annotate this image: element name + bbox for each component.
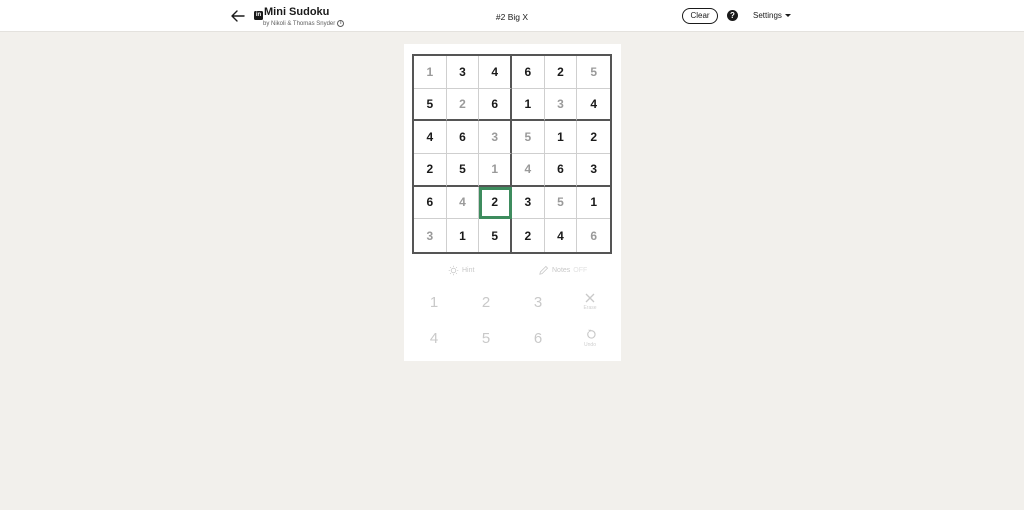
grid-cell-r5c4[interactable]: 3 bbox=[512, 186, 545, 220]
clear-button[interactable]: Clear bbox=[682, 8, 718, 24]
grid-cell-r1c2[interactable]: 3 bbox=[446, 56, 480, 89]
app-title: Mini Sudoku bbox=[264, 6, 330, 18]
sudoku-grid: 134625526134463512251463642351315246 bbox=[412, 54, 612, 254]
digit-key-3[interactable]: 3 bbox=[518, 287, 558, 317]
grid-cell-r5c2[interactable]: 4 bbox=[446, 186, 480, 220]
grid-cell-r2c5[interactable]: 3 bbox=[544, 88, 578, 122]
digit-key-1[interactable]: 1 bbox=[414, 287, 454, 317]
hint-label: Hint bbox=[462, 267, 475, 274]
byline: by Nikoli & Thomas Snyder i bbox=[263, 20, 345, 27]
pencil-icon bbox=[539, 265, 549, 275]
grid-cell-r1c1[interactable]: 1 bbox=[414, 56, 447, 89]
grid-cell-r1c4[interactable]: 6 bbox=[512, 56, 545, 89]
erase-label: Erase bbox=[583, 305, 597, 311]
digit-key-5[interactable]: 5 bbox=[466, 323, 506, 353]
grid-cell-r3c6[interactable]: 2 bbox=[577, 121, 610, 154]
tools-row: Hint Notes OFF bbox=[412, 264, 612, 278]
grid-cell-r5c3[interactable]: 2 bbox=[479, 186, 512, 220]
hint-button[interactable]: Hint bbox=[448, 265, 474, 276]
grid-cell-r6c2[interactable]: 1 bbox=[447, 219, 480, 252]
digit-key-6[interactable]: 6 bbox=[518, 323, 558, 353]
grid-cell-r3c4[interactable]: 5 bbox=[512, 121, 545, 154]
grid-cell-r3c2[interactable]: 6 bbox=[446, 121, 480, 154]
grid-cell-r2c3[interactable]: 6 bbox=[479, 88, 512, 122]
grid-cell-r6c1[interactable]: 3 bbox=[414, 219, 447, 252]
grid-cell-r5c6[interactable]: 1 bbox=[577, 187, 610, 220]
top-bar: in Mini Sudoku by Nikoli & Thomas Snyder… bbox=[0, 0, 1024, 32]
grid-cell-r4c3[interactable]: 1 bbox=[479, 154, 512, 187]
byline-text: by Nikoli & Thomas Snyder bbox=[263, 20, 336, 27]
grid-cell-r1c5[interactable]: 2 bbox=[544, 56, 578, 89]
grid-cell-r2c1[interactable]: 5 bbox=[414, 88, 447, 122]
chevron-down-icon bbox=[784, 14, 791, 17]
grid-cell-r6c4[interactable]: 2 bbox=[512, 219, 545, 252]
grid-cell-r5c5[interactable]: 5 bbox=[544, 186, 578, 220]
grid-cell-r4c2[interactable]: 5 bbox=[446, 154, 480, 187]
grid-cell-r3c3[interactable]: 3 bbox=[479, 121, 512, 154]
notes-state: OFF bbox=[573, 267, 588, 274]
notes-toggle[interactable]: Notes OFF bbox=[538, 265, 587, 276]
linkedin-icon: in bbox=[254, 11, 263, 20]
grid-cell-r5c1[interactable]: 6 bbox=[414, 186, 447, 220]
puzzle-name: #2 Big X bbox=[495, 12, 529, 22]
game-panel: 134625526134463512251463642351315246 Hin… bbox=[404, 44, 621, 361]
help-icon[interactable]: ? bbox=[727, 10, 738, 21]
grid-cell-r6c3[interactable]: 5 bbox=[479, 219, 512, 252]
grid-cell-r3c5[interactable]: 1 bbox=[544, 121, 578, 154]
grid-cell-r6c5[interactable]: 4 bbox=[545, 219, 578, 252]
grid-cell-r6c6[interactable]: 6 bbox=[577, 219, 610, 252]
grid-cell-r2c6[interactable]: 4 bbox=[577, 89, 610, 122]
grid-cell-r2c4[interactable]: 1 bbox=[512, 88, 545, 122]
close-icon bbox=[585, 293, 595, 303]
undo-button[interactable]: Undo bbox=[570, 323, 610, 353]
grid-cell-r1c6[interactable]: 5 bbox=[577, 56, 610, 89]
digit-key-2[interactable]: 2 bbox=[466, 287, 506, 317]
info-icon[interactable]: i bbox=[337, 20, 345, 27]
grid-cell-r1c3[interactable]: 4 bbox=[479, 56, 512, 89]
grid-cell-r4c5[interactable]: 6 bbox=[544, 154, 578, 187]
notes-label: Notes bbox=[552, 267, 571, 274]
grid-cell-r4c6[interactable]: 3 bbox=[577, 154, 610, 187]
grid-cell-r2c2[interactable]: 2 bbox=[446, 88, 480, 122]
erase-button[interactable]: Erase bbox=[570, 287, 610, 317]
grid-cell-r3c1[interactable]: 4 bbox=[414, 121, 447, 154]
arrow-left-icon[interactable] bbox=[229, 7, 247, 25]
settings-dropdown[interactable]: Settings bbox=[753, 11, 791, 20]
digit-key-4[interactable]: 4 bbox=[414, 323, 454, 353]
grid-cell-r4c4[interactable]: 4 bbox=[512, 154, 545, 187]
undo-label: Undo bbox=[584, 341, 596, 348]
settings-label: Settings bbox=[753, 11, 782, 20]
lightbulb-icon bbox=[448, 265, 459, 276]
undo-icon bbox=[586, 328, 596, 339]
grid-cell-r4c1[interactable]: 2 bbox=[414, 154, 447, 187]
